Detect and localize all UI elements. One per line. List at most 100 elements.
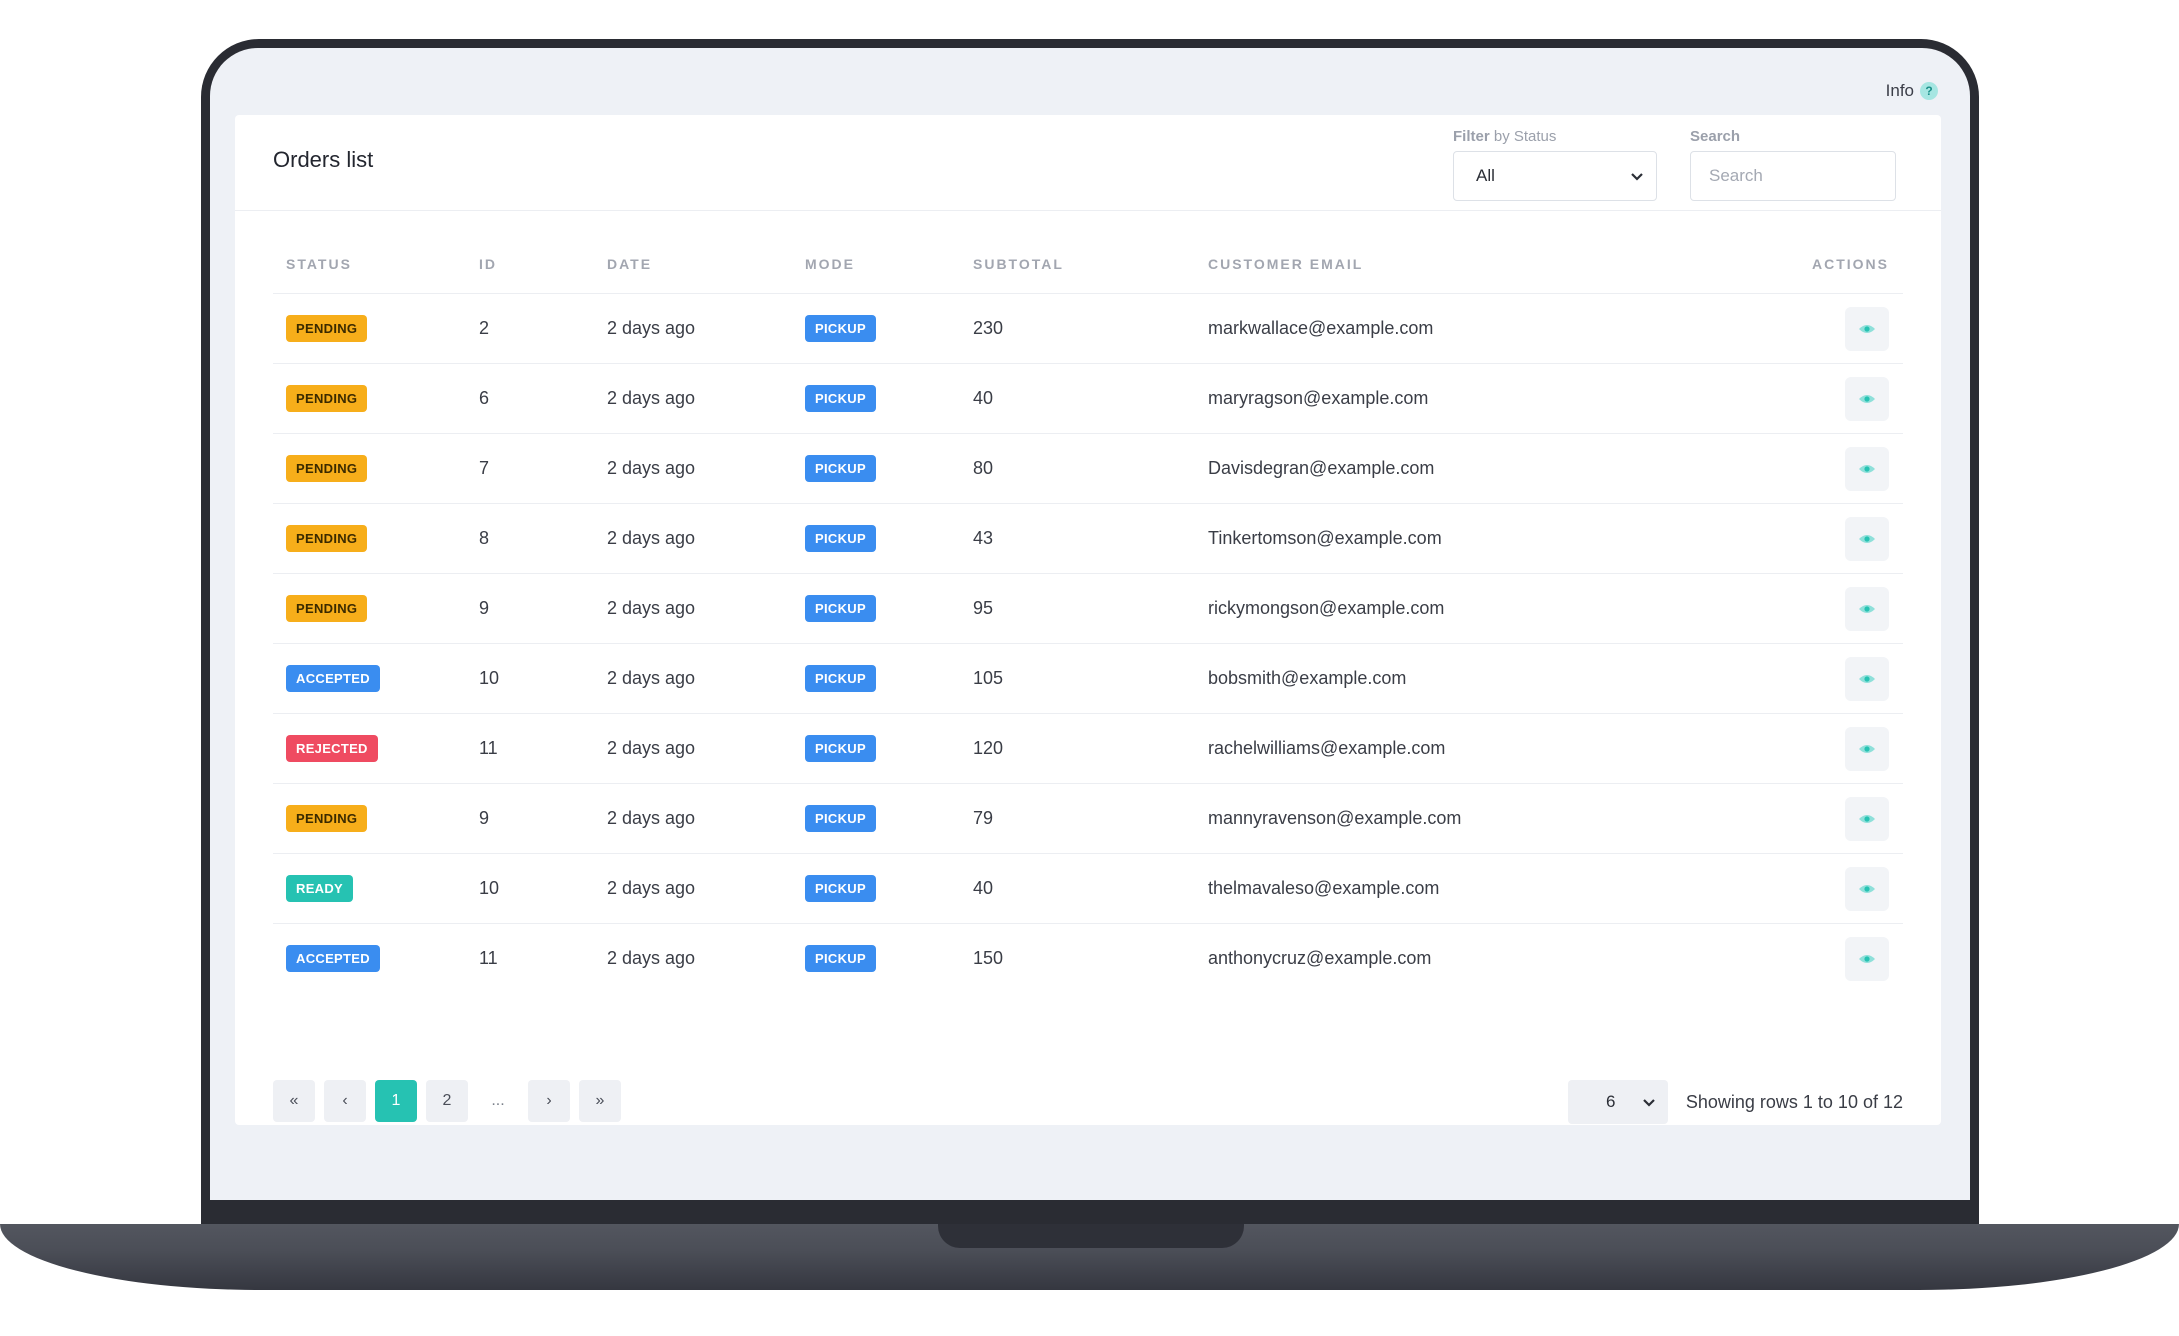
cell-mode: PICKUP — [792, 503, 960, 574]
status-badge: PENDING — [286, 455, 368, 482]
cell-subtotal: 120 — [960, 713, 1195, 784]
cell-subtotal: 43 — [960, 503, 1195, 574]
rows-summary: Showing rows 1 to 10 of 12 — [1685, 1092, 1903, 1112]
card-header: Orders list Filter by Status All Search — [235, 115, 1941, 211]
status-badge: PENDING — [286, 525, 368, 552]
cell-actions — [1768, 433, 1903, 504]
mode-badge: PICKUP — [805, 385, 876, 412]
cell-date: 2 days ago — [607, 948, 696, 968]
column-header-id[interactable]: ID — [466, 235, 594, 294]
search-input[interactable] — [1690, 151, 1896, 201]
cell-subtotal: 95 — [960, 573, 1195, 644]
cell-status: PENDING — [273, 293, 466, 364]
next-page-button[interactable]: › — [528, 1080, 570, 1122]
eye-icon — [1859, 604, 1875, 613]
page-button-2[interactable]: 2 — [426, 1080, 468, 1122]
info-link[interactable]: Info ? — [1886, 81, 1938, 101]
cell-actions — [1768, 713, 1903, 784]
mode-badge: PICKUP — [805, 875, 876, 902]
cell-mode: PICKUP — [792, 783, 960, 854]
cell-mode: PICKUP — [792, 573, 960, 644]
cell-date: 2 days ago — [594, 293, 792, 364]
question-icon: ? — [1920, 82, 1938, 100]
cell-status: ACCEPTED — [273, 924, 466, 994]
cell-date: 2 days ago — [594, 853, 792, 924]
screen: Info ? Orders list Filter by Status All … — [210, 48, 1970, 1200]
status-badge: ACCEPTED — [286, 665, 380, 692]
cell-actions — [1768, 783, 1903, 854]
column-header-customer-email[interactable]: CUSTOMER EMAIL — [1195, 235, 1768, 294]
last-page-button[interactable]: » — [579, 1080, 621, 1122]
view-order-button[interactable] — [1845, 306, 1889, 351]
view-order-button[interactable] — [1845, 656, 1889, 701]
eye-icon — [1859, 534, 1875, 543]
mode-badge: PICKUP — [805, 525, 876, 552]
cell-status: PENDING — [273, 433, 466, 504]
status-badge: ACCEPTED — [286, 945, 380, 972]
cell-id: 7 — [466, 433, 594, 504]
mode-badge: PICKUP — [805, 665, 876, 692]
cell-customer-email: rickymongson@example.com — [1195, 573, 1768, 644]
cell-status: ACCEPTED — [273, 643, 466, 714]
orders-table: STATUS ID DATE MODE SUBTOTAL CUSTOMER EM… — [273, 235, 1903, 993]
cell-id: 9 — [466, 783, 594, 854]
cell-date: 2 days ago — [594, 713, 792, 784]
view-order-button[interactable] — [1845, 796, 1889, 841]
cell-subtotal: 79 — [960, 783, 1195, 854]
cell-date: 2 days ago — [594, 643, 792, 714]
column-header-subtotal[interactable]: SUBTOTAL — [960, 235, 1195, 294]
status-badge: PENDING — [286, 385, 368, 412]
table-row: PENDING 6 2 days ago PICKUP 40 maryragson@exa… — [273, 363, 1903, 434]
cell-actions — [1768, 853, 1903, 924]
column-header-status[interactable]: STATUS — [273, 235, 466, 294]
cell-customer-email: thelmavaleso@example.com — [1195, 853, 1768, 924]
cell-customer-email: Tinkertomson@example.com — [1195, 503, 1768, 574]
table-row: PENDING 8 2 days ago PICKUP 43 Tinkertomson@e… — [273, 503, 1903, 574]
cell-status: READY — [273, 853, 466, 924]
status-badge: PENDING — [286, 315, 368, 342]
view-order-button[interactable] — [1845, 866, 1889, 911]
prev-page-button[interactable]: ‹ — [324, 1080, 366, 1122]
cell-customer-email: mannyravenson@example.com — [1195, 783, 1768, 854]
status-badge: PENDING — [286, 805, 368, 832]
cell-id: 8 — [466, 503, 594, 574]
table-row: ACCEPTED 11 2 days ago PICKUP 150 anthonycruz… — [273, 924, 1903, 994]
cell-date: 2 days ago — [594, 783, 792, 854]
table-row: REJECTED 11 2 days ago PICKUP 120 rachelwilli… — [273, 713, 1903, 784]
mode-badge: PICKUP — [805, 945, 876, 972]
first-page-button[interactable]: « — [273, 1080, 315, 1122]
pagination: « ‹ 1 2 ... › » — [273, 1080, 621, 1122]
cell-mode: PICKUP — [792, 924, 960, 994]
cell-status: PENDING — [273, 573, 466, 644]
cell-actions — [1768, 503, 1903, 574]
column-header-mode[interactable]: MODE — [792, 235, 960, 294]
eye-icon — [1859, 324, 1875, 333]
cell-subtotal: 40 — [960, 363, 1195, 434]
cell-id: 10 — [466, 853, 594, 924]
eye-icon — [1859, 464, 1875, 473]
page-button-1[interactable]: 1 — [375, 1080, 417, 1122]
eye-icon — [1859, 814, 1875, 823]
view-order-button[interactable] — [1845, 726, 1889, 771]
view-order-button[interactable] — [1845, 586, 1889, 631]
status-select-value: All — [1476, 166, 1495, 185]
column-header-date[interactable]: DATE — [594, 235, 792, 294]
rows-per-page-select[interactable]: 6 — [1568, 1080, 1668, 1124]
mode-badge: PICKUP — [805, 455, 876, 482]
cell-actions — [1768, 573, 1903, 644]
cell-subtotal: 150 — [973, 948, 1004, 968]
view-order-button[interactable] — [1845, 376, 1889, 421]
table-row: ACCEPTED 10 2 days ago PICKUP 105 bobsmith@ex… — [273, 643, 1903, 714]
cell-actions — [1768, 643, 1903, 714]
status-select[interactable]: All — [1453, 151, 1657, 201]
cell-subtotal: 105 — [960, 643, 1195, 714]
cell-subtotal: 40 — [960, 853, 1195, 924]
view-order-button[interactable] — [1845, 446, 1889, 491]
orders-card: Orders list Filter by Status All Search … — [235, 115, 1941, 1125]
cell-date: 2 days ago — [594, 433, 792, 504]
cell-mode: PICKUP — [792, 713, 960, 784]
cell-status: PENDING — [273, 503, 466, 574]
view-order-button[interactable] — [1845, 936, 1889, 981]
view-order-button[interactable] — [1845, 516, 1889, 561]
status-badge: REJECTED — [286, 735, 378, 762]
